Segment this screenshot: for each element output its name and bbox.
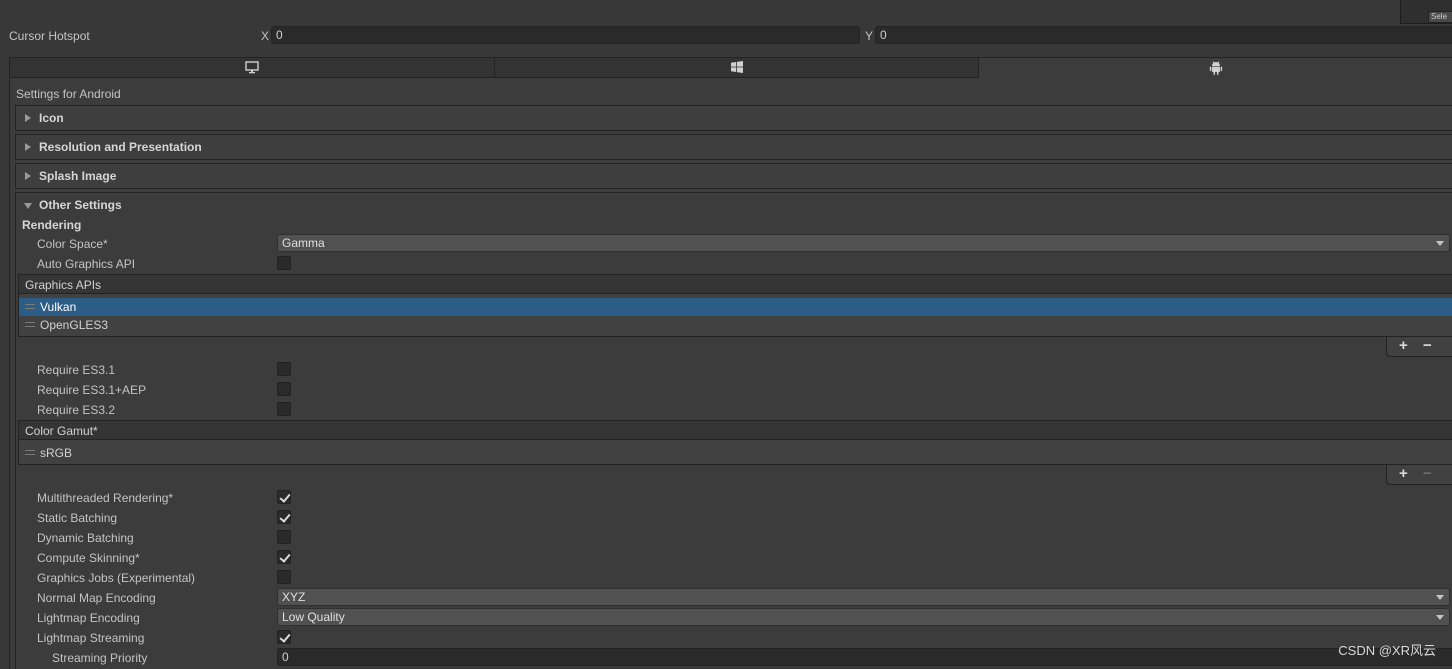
graphics-jobs-label: Graphics Jobs (Experimental)	[37, 571, 196, 585]
lightmap-encoding-value: Low Quality	[282, 610, 345, 624]
multithreaded-rendering-label: Multithreaded Rendering*	[37, 491, 174, 505]
compute-skinning-checkbox[interactable]	[277, 550, 291, 564]
list-item-label: Vulkan	[40, 300, 77, 314]
color-space-value: Gamma	[282, 236, 325, 250]
settings-title: Settings for Android	[16, 87, 121, 101]
color-space-label: Color Space*	[37, 237, 108, 251]
streaming-priority-label: Streaming Priority	[52, 651, 148, 665]
remove-color-gamut-button[interactable]: −	[1423, 465, 1432, 483]
color-gamut-list: sRGB	[18, 440, 1452, 465]
select-button[interactable]: Sele	[1428, 11, 1452, 23]
foldout-icon[interactable]: Icon	[15, 105, 1452, 131]
streaming-priority-field[interactable]: 0	[277, 648, 1452, 666]
expand-arrow-icon	[25, 114, 31, 122]
graphics-apis-buttons: + −	[1386, 337, 1452, 357]
list-item-opengles3[interactable]: OpenGLES3	[19, 316, 1452, 334]
dropdown-arrow-icon	[1436, 595, 1444, 600]
static-batching-checkbox[interactable]	[277, 510, 291, 524]
collapse-arrow-icon	[24, 203, 32, 209]
graphics-apis-list: Vulkan OpenGLES3	[18, 294, 1452, 337]
multithreaded-rendering-checkbox[interactable]	[277, 490, 291, 504]
lightmap-encoding-dropdown[interactable]: Low Quality	[277, 608, 1450, 626]
list-item-vulkan[interactable]: Vulkan	[19, 298, 1452, 316]
tab-windows[interactable]	[494, 57, 979, 78]
graphics-jobs-checkbox[interactable]	[277, 570, 291, 584]
monitor-icon	[245, 61, 259, 77]
list-item-srgb[interactable]: sRGB	[19, 444, 1452, 462]
normal-map-encoding-dropdown[interactable]: XYZ	[277, 588, 1450, 606]
cursor-hotspot-x-value: 0	[276, 28, 283, 42]
expand-arrow-icon	[25, 172, 31, 180]
require-es31-aep-label: Require ES3.1+AEP	[37, 383, 147, 397]
dynamic-batching-label: Dynamic Batching	[37, 531, 134, 545]
require-es32-label: Require ES3.2	[37, 403, 116, 417]
add-graphics-api-button[interactable]: +	[1399, 337, 1408, 355]
tab-standalone[interactable]	[9, 57, 495, 78]
foldout-resolution[interactable]: Resolution and Presentation	[15, 134, 1452, 160]
normal-map-encoding-label: Normal Map Encoding	[37, 591, 156, 605]
dropdown-arrow-icon	[1436, 615, 1444, 620]
foldout-resolution-title: Resolution and Presentation	[39, 140, 202, 154]
drag-handle-icon[interactable]	[25, 304, 35, 309]
foldout-other-title: Other Settings	[39, 198, 122, 212]
drag-handle-icon[interactable]	[25, 450, 35, 455]
require-es32-checkbox[interactable]	[277, 402, 291, 416]
graphics-apis-header: Graphics APIs	[18, 274, 1452, 294]
rendering-header: Rendering	[22, 218, 82, 232]
cursor-hotspot-x-field[interactable]: 0	[271, 26, 860, 44]
streaming-priority-value: 0	[282, 650, 289, 664]
foldout-splash-title: Splash Image	[39, 169, 117, 183]
tab-android[interactable]	[978, 57, 1452, 78]
foldout-splash[interactable]: Splash Image	[15, 163, 1452, 189]
list-item-label: OpenGLES3	[40, 318, 109, 332]
auto-graphics-api-label: Auto Graphics API	[37, 257, 136, 271]
color-space-dropdown[interactable]: Gamma	[277, 234, 1450, 252]
cursor-hotspot-x-label[interactable]: X	[261, 28, 269, 44]
dynamic-batching-checkbox[interactable]	[277, 530, 291, 544]
drag-handle-icon[interactable]	[25, 322, 35, 327]
add-color-gamut-button[interactable]: +	[1399, 465, 1408, 483]
watermark: CSDN @XR风云	[1338, 643, 1436, 658]
remove-graphics-api-button[interactable]: −	[1423, 337, 1432, 355]
expand-arrow-icon	[25, 143, 31, 151]
compute-skinning-label: Compute Skinning*	[37, 551, 140, 565]
auto-graphics-api-checkbox[interactable]	[277, 256, 291, 270]
require-es31-aep-checkbox[interactable]	[277, 382, 291, 396]
foldout-icon-title: Icon	[39, 111, 64, 125]
static-batching-label: Static Batching	[37, 511, 118, 525]
lightmap-streaming-checkbox[interactable]	[277, 630, 291, 644]
lightmap-encoding-label: Lightmap Encoding	[37, 611, 140, 625]
cursor-hotspot-label: Cursor Hotspot	[9, 29, 90, 43]
color-gamut-title: Color Gamut*	[25, 424, 98, 438]
dropdown-arrow-icon	[1436, 241, 1444, 246]
cursor-hotspot-y-value: 0	[880, 28, 887, 42]
graphics-apis-title: Graphics APIs	[25, 278, 102, 292]
color-gamut-header: Color Gamut*	[18, 420, 1452, 440]
color-gamut-buttons: + −	[1386, 465, 1452, 485]
lightmap-streaming-label: Lightmap Streaming	[37, 631, 145, 645]
list-item-label: sRGB	[40, 446, 73, 460]
normal-map-encoding-value: XYZ	[282, 590, 306, 604]
require-es31-checkbox[interactable]	[277, 362, 291, 376]
cursor-hotspot-y-field[interactable]: 0	[875, 26, 1452, 44]
cursor-hotspot-y-label[interactable]: Y	[865, 28, 873, 44]
select-button-label: Sele	[1431, 12, 1448, 21]
windows-icon	[730, 61, 743, 76]
require-es31-label: Require ES3.1	[37, 363, 116, 377]
android-icon	[1209, 61, 1222, 78]
